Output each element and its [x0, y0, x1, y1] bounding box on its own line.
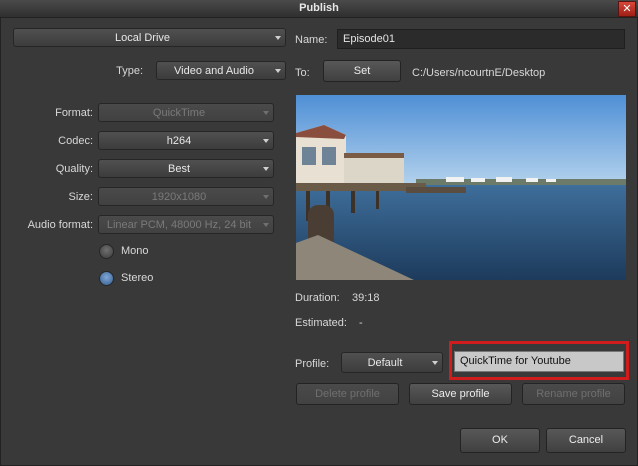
- chevron-down-icon: [432, 361, 438, 365]
- chevron-down-icon: [263, 223, 269, 227]
- stereo-radio[interactable]: [99, 271, 114, 286]
- destination-value: Local Drive: [114, 32, 171, 44]
- title-bar: Publish ✕: [0, 0, 638, 18]
- chevron-down-icon: [275, 36, 281, 40]
- mono-label: Mono: [121, 245, 149, 257]
- name-label: Name:: [295, 34, 328, 46]
- quality-label: Quality:: [55, 163, 93, 175]
- name-input[interactable]: Episode01: [337, 29, 625, 49]
- window-title: Publish: [299, 2, 339, 14]
- size-label: Size:: [68, 191, 93, 203]
- estimated-label: Estimated:: [295, 317, 347, 329]
- ok-button[interactable]: OK: [460, 428, 540, 453]
- profile-name-input[interactable]: QuickTime for Youtube: [454, 351, 624, 372]
- codec-dropdown[interactable]: h264: [98, 131, 274, 150]
- chevron-down-icon: [263, 167, 269, 171]
- format-label: Format:: [55, 107, 93, 119]
- quality-dropdown[interactable]: Best: [98, 159, 274, 178]
- destination-dropdown[interactable]: Local Drive: [13, 28, 286, 47]
- type-label: Type:: [116, 65, 143, 77]
- duration-value: 39:18: [352, 292, 380, 304]
- audio-format-dropdown[interactable]: Linear PCM, 48000 Hz, 24 bit: [98, 215, 274, 234]
- quality-value: Best: [167, 163, 190, 175]
- delete-profile-button[interactable]: Delete profile: [296, 383, 399, 405]
- chevron-down-icon: [275, 69, 281, 73]
- profile-label: Profile:: [295, 358, 330, 370]
- stereo-label: Stereo: [121, 272, 154, 284]
- type-value: Video and Audio: [174, 65, 254, 77]
- format-value: QuickTime: [152, 107, 206, 119]
- close-icon: ✕: [622, 3, 632, 15]
- codec-value: h264: [166, 135, 192, 147]
- profile-value: Default: [367, 357, 403, 369]
- to-label: To:: [295, 67, 310, 79]
- destination-path: C:/Users/ncourtnE/Desktop: [412, 67, 546, 79]
- type-dropdown[interactable]: Video and Audio: [156, 61, 286, 80]
- size-dropdown[interactable]: 1920x1080: [98, 187, 274, 206]
- mono-radio[interactable]: [99, 244, 114, 259]
- cancel-button[interactable]: Cancel: [546, 428, 626, 453]
- rename-profile-button[interactable]: Rename profile: [522, 383, 625, 405]
- save-profile-button[interactable]: Save profile: [409, 383, 512, 405]
- audio-format-label: Audio format:: [27, 219, 93, 231]
- close-button[interactable]: ✕: [618, 1, 636, 17]
- chevron-down-icon: [263, 195, 269, 199]
- chevron-down-icon: [263, 139, 269, 143]
- format-dropdown[interactable]: QuickTime: [98, 103, 274, 122]
- estimated-value: -: [359, 317, 363, 329]
- chevron-down-icon: [263, 111, 269, 115]
- publish-dialog: Local Drive Type: Video and Audio Format…: [0, 17, 638, 466]
- codec-label: Codec:: [58, 135, 93, 147]
- duration-label: Duration:: [295, 292, 340, 304]
- profile-dropdown[interactable]: Default: [341, 352, 443, 373]
- set-button[interactable]: Set: [323, 60, 401, 82]
- size-value: 1920x1080: [151, 191, 207, 203]
- audio-format-value: Linear PCM, 48000 Hz, 24 bit: [106, 219, 252, 231]
- video-preview: [296, 95, 626, 280]
